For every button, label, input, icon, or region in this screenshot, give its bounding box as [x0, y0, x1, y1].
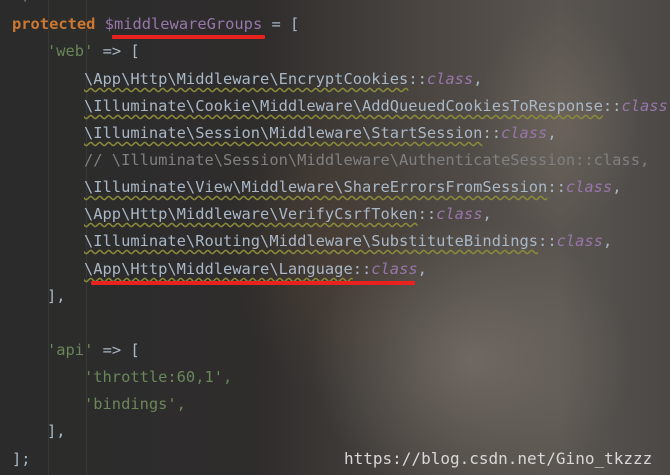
- class-path: \Illuminate\View\Middleware\ShareErrorsF…: [84, 178, 548, 196]
- code-line: 'bindings',: [84, 391, 670, 418]
- code-line: ],: [47, 422, 66, 440]
- class-keyword: class: [621, 97, 668, 115]
- class-path: \Illuminate\Cookie\Middleware\AddQueuedC…: [84, 97, 603, 115]
- keyword: protected: [12, 15, 96, 33]
- class-keyword: class: [500, 124, 548, 142]
- string-literal: 'api': [47, 341, 94, 359]
- code-line: \App\Http\Middleware\EncryptCookies::cla…: [84, 70, 483, 88]
- class-keyword: class: [436, 205, 483, 223]
- code-line: \Illuminate\Cookie\Middleware\AddQueuedC…: [84, 97, 670, 115]
- string-literal: 'throttle:60,1',: [84, 368, 233, 386]
- code-line: 'throttle:60,1',: [84, 364, 670, 391]
- code-line-highlighted: \App\Http\Middleware\Language::class,: [84, 260, 427, 278]
- code-comment-line: // \Illuminate\Session\Middleware\Authen…: [84, 147, 670, 174]
- code-line: ],: [47, 287, 66, 305]
- code-line: \App\Http\Middleware\VerifyCsrfToken::cl…: [84, 205, 492, 223]
- code-line: \Illuminate\Session\Middleware\StartSess…: [84, 124, 557, 142]
- code-line: \Illuminate\View\Middleware\ShareErrorsF…: [84, 178, 622, 196]
- code-line: protected $middlewareGroups = [: [12, 15, 300, 33]
- code-line: 'api' => [: [47, 341, 140, 359]
- watermark-url: https://blog.csdn.net/Gino_tkzzz: [344, 449, 653, 468]
- class-path: \App\Http\Middleware\VerifyCsrfToken: [84, 205, 418, 223]
- string-literal: 'bindings',: [84, 395, 186, 413]
- comment: // \Illuminate\Session\Middleware\Authen…: [84, 151, 650, 169]
- class-path: \App\Http\Middleware\Language: [84, 260, 353, 278]
- class-keyword: class: [565, 178, 613, 196]
- class-path: \Illuminate\Session\Middleware\StartSess…: [84, 124, 483, 142]
- variable: $middlewareGroups: [104, 15, 263, 33]
- code-line-top-fragment: */: [14, 0, 670, 9]
- class-path: \Illuminate\Routing\Middleware\Substitut…: [84, 232, 539, 250]
- code-line: \Illuminate\Routing\Middleware\Substitut…: [84, 232, 613, 250]
- code-editor[interactable]: */ protected $middlewareGroups = [ 'web'…: [0, 0, 670, 475]
- class-path: \App\Http\Middleware\EncryptCookies: [84, 70, 409, 88]
- string-literal: 'web': [47, 42, 94, 60]
- class-keyword: class: [371, 260, 418, 278]
- class-keyword: class: [426, 70, 474, 88]
- code-line: 'web' => [: [47, 42, 140, 60]
- class-keyword: class: [556, 232, 603, 250]
